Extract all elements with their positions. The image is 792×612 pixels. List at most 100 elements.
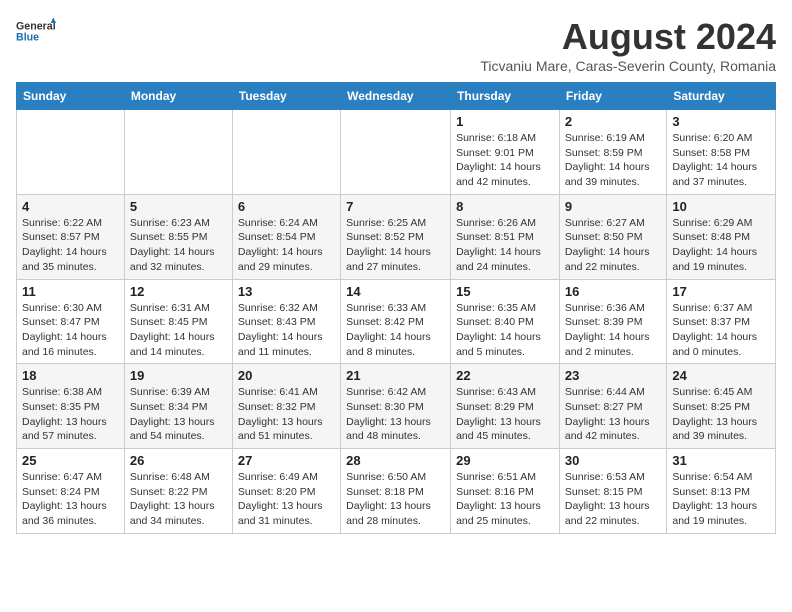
day-detail: Sunrise: 6:24 AM Sunset: 8:54 PM Dayligh… [238,216,335,275]
day-detail: Sunrise: 6:49 AM Sunset: 8:20 PM Dayligh… [238,470,335,529]
day-number: 27 [238,453,335,468]
day-detail: Sunrise: 6:23 AM Sunset: 8:55 PM Dayligh… [130,216,227,275]
week-row-5: 25Sunrise: 6:47 AM Sunset: 8:24 PM Dayli… [17,449,776,534]
day-cell [232,110,340,195]
day-number: 9 [565,199,661,214]
day-cell: 24 Sunrise: 6:45 AM Sunset: 8:25 PM Dayli… [667,364,776,449]
day-number: 6 [238,199,335,214]
day-cell: 12 Sunrise: 6:31 AM Sunset: 8:45 PM Dayli… [124,279,232,364]
day-detail: Sunrise: 6:27 AM Sunset: 8:50 PM Dayligh… [565,216,661,275]
svg-text:Blue: Blue [16,31,39,43]
day-detail: Sunrise: 6:32 AM Sunset: 8:43 PM Dayligh… [238,301,335,360]
header-cell-sunday: Sunday [17,83,125,110]
header-cell-friday: Friday [559,83,666,110]
day-number: 7 [346,199,445,214]
day-number: 20 [238,368,335,383]
day-detail: Sunrise: 6:39 AM Sunset: 8:34 PM Dayligh… [130,385,227,444]
day-number: 17 [672,284,770,299]
day-number: 19 [130,368,227,383]
day-detail: Sunrise: 6:35 AM Sunset: 8:40 PM Dayligh… [456,301,554,360]
day-cell [124,110,232,195]
day-cell: 27 Sunrise: 6:49 AM Sunset: 8:20 PM Dayli… [232,449,340,534]
day-cell: 26Sunrise: 6:48 AM Sunset: 8:22 PM Dayli… [124,449,232,534]
day-cell: 8 Sunrise: 6:26 AM Sunset: 8:51 PM Daylig… [451,194,560,279]
header-cell-saturday: Saturday [667,83,776,110]
day-number: 2 [565,114,661,129]
day-number: 12 [130,284,227,299]
day-detail: Sunrise: 6:36 AM Sunset: 8:39 PM Dayligh… [565,301,661,360]
day-number: 10 [672,199,770,214]
day-number: 18 [22,368,119,383]
day-number: 8 [456,199,554,214]
header-row: SundayMondayTuesdayWednesdayThursdayFrid… [17,83,776,110]
day-detail: Sunrise: 6:19 AM Sunset: 8:59 PM Dayligh… [565,131,661,190]
day-cell: 4 Sunrise: 6:22 AM Sunset: 8:57 PM Daylig… [17,194,125,279]
week-row-1: 1 Sunrise: 6:18 AM Sunset: 9:01 PM Daylig… [17,110,776,195]
day-cell: 22 Sunrise: 6:43 AM Sunset: 8:29 PM Dayli… [451,364,560,449]
day-cell: 13 Sunrise: 6:32 AM Sunset: 8:43 PM Dayli… [232,279,340,364]
day-number: 1 [456,114,554,129]
day-detail: Sunrise: 6:18 AM Sunset: 9:01 PM Dayligh… [456,131,554,190]
day-cell: 28 Sunrise: 6:50 AM Sunset: 8:18 PM Dayli… [341,449,451,534]
calendar-body: 1 Sunrise: 6:18 AM Sunset: 9:01 PM Daylig… [17,110,776,534]
day-number: 4 [22,199,119,214]
day-cell: 7 Sunrise: 6:25 AM Sunset: 8:52 PM Daylig… [341,194,451,279]
day-number: 16 [565,284,661,299]
day-detail: Sunrise: 6:30 AM Sunset: 8:47 PM Dayligh… [22,301,119,360]
day-detail: Sunrise: 6:37 AM Sunset: 8:37 PM Dayligh… [672,301,770,360]
day-cell: 11Sunrise: 6:30 AM Sunset: 8:47 PM Dayli… [17,279,125,364]
day-number: 28 [346,453,445,468]
day-detail: Sunrise: 6:51 AM Sunset: 8:16 PM Dayligh… [456,470,554,529]
day-cell: 31Sunrise: 6:54 AM Sunset: 8:13 PM Dayli… [667,449,776,534]
day-cell: 25Sunrise: 6:47 AM Sunset: 8:24 PM Dayli… [17,449,125,534]
day-cell: 2 Sunrise: 6:19 AM Sunset: 8:59 PM Daylig… [559,110,666,195]
month-title: August 2024 [480,16,776,58]
day-cell: 6 Sunrise: 6:24 AM Sunset: 8:54 PM Daylig… [232,194,340,279]
day-detail: Sunrise: 6:20 AM Sunset: 8:58 PM Dayligh… [672,131,770,190]
day-cell: 1 Sunrise: 6:18 AM Sunset: 9:01 PM Daylig… [451,110,560,195]
day-cell: 3 Sunrise: 6:20 AM Sunset: 8:58 PM Daylig… [667,110,776,195]
day-number: 24 [672,368,770,383]
day-detail: Sunrise: 6:44 AM Sunset: 8:27 PM Dayligh… [565,385,661,444]
day-detail: Sunrise: 6:25 AM Sunset: 8:52 PM Dayligh… [346,216,445,275]
day-number: 30 [565,453,661,468]
title-area: August 2024 Ticvaniu Mare, Caras-Severin… [480,16,776,74]
day-number: 22 [456,368,554,383]
day-detail: Sunrise: 6:33 AM Sunset: 8:42 PM Dayligh… [346,301,445,360]
calendar-table: SundayMondayTuesdayWednesdayThursdayFrid… [16,82,776,534]
day-cell: 29 Sunrise: 6:51 AM Sunset: 8:16 PM Dayli… [451,449,560,534]
day-number: 13 [238,284,335,299]
day-cell: 30 Sunrise: 6:53 AM Sunset: 8:15 PM Dayli… [559,449,666,534]
day-cell: 18 Sunrise: 6:38 AM Sunset: 8:35 PM Dayli… [17,364,125,449]
day-cell: 21Sunrise: 6:42 AM Sunset: 8:30 PM Dayli… [341,364,451,449]
day-detail: Sunrise: 6:22 AM Sunset: 8:57 PM Dayligh… [22,216,119,275]
day-detail: Sunrise: 6:29 AM Sunset: 8:48 PM Dayligh… [672,216,770,275]
subtitle: Ticvaniu Mare, Caras-Severin County, Rom… [480,58,776,74]
logo: General Blue [16,16,56,48]
day-number: 3 [672,114,770,129]
day-cell: 9 Sunrise: 6:27 AM Sunset: 8:50 PM Daylig… [559,194,666,279]
day-detail: Sunrise: 6:48 AM Sunset: 8:22 PM Dayligh… [130,470,227,529]
day-cell: 20Sunrise: 6:41 AM Sunset: 8:32 PM Dayli… [232,364,340,449]
day-detail: Sunrise: 6:50 AM Sunset: 8:18 PM Dayligh… [346,470,445,529]
header-cell-wednesday: Wednesday [341,83,451,110]
day-detail: Sunrise: 6:31 AM Sunset: 8:45 PM Dayligh… [130,301,227,360]
day-cell: 10 Sunrise: 6:29 AM Sunset: 8:48 PM Dayli… [667,194,776,279]
calendar-header: SundayMondayTuesdayWednesdayThursdayFrid… [17,83,776,110]
day-cell: 19 Sunrise: 6:39 AM Sunset: 8:34 PM Dayli… [124,364,232,449]
day-cell [17,110,125,195]
page-header: General Blue August 2024 Ticvaniu Mare, … [16,16,776,74]
week-row-4: 18 Sunrise: 6:38 AM Sunset: 8:35 PM Dayli… [17,364,776,449]
day-cell: 16 Sunrise: 6:36 AM Sunset: 8:39 PM Dayli… [559,279,666,364]
day-detail: Sunrise: 6:26 AM Sunset: 8:51 PM Dayligh… [456,216,554,275]
week-row-3: 11Sunrise: 6:30 AM Sunset: 8:47 PM Dayli… [17,279,776,364]
day-detail: Sunrise: 6:53 AM Sunset: 8:15 PM Dayligh… [565,470,661,529]
day-detail: Sunrise: 6:43 AM Sunset: 8:29 PM Dayligh… [456,385,554,444]
week-row-2: 4 Sunrise: 6:22 AM Sunset: 8:57 PM Daylig… [17,194,776,279]
day-detail: Sunrise: 6:45 AM Sunset: 8:25 PM Dayligh… [672,385,770,444]
day-number: 21 [346,368,445,383]
day-number: 29 [456,453,554,468]
day-cell: 23Sunrise: 6:44 AM Sunset: 8:27 PM Dayli… [559,364,666,449]
day-cell: 5Sunrise: 6:23 AM Sunset: 8:55 PM Daylig… [124,194,232,279]
day-detail: Sunrise: 6:38 AM Sunset: 8:35 PM Dayligh… [22,385,119,444]
